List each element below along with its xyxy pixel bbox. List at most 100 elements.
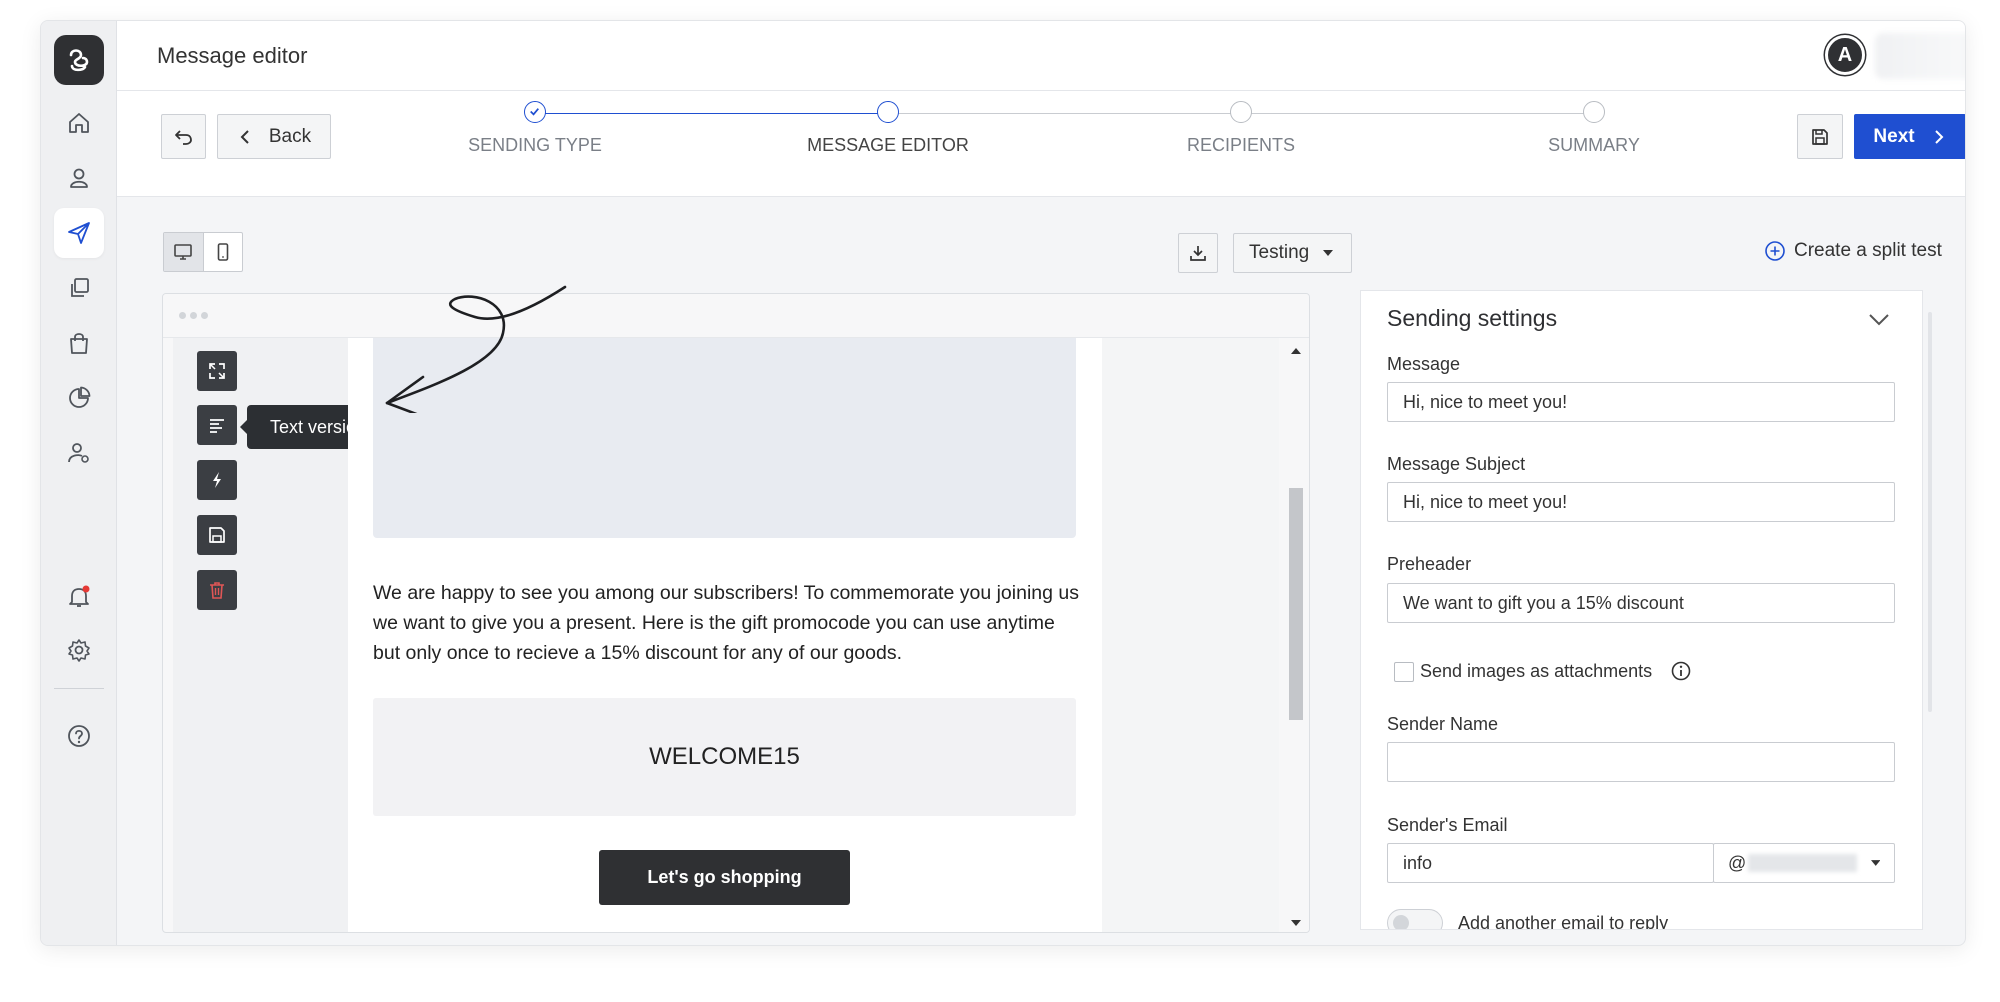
promo-code: WELCOME15 — [649, 743, 800, 770]
sidebar-item-contacts[interactable] — [54, 153, 104, 203]
mobile-view-button[interactable] — [204, 233, 243, 271]
sidebar-item-templates[interactable] — [54, 263, 104, 313]
sidebar-item-ecommerce[interactable] — [54, 318, 104, 368]
back-button[interactable]: Back — [217, 114, 331, 159]
download-button[interactable] — [1178, 233, 1218, 273]
sender-email-input[interactable]: info — [1387, 843, 1714, 883]
dots-icon — [179, 312, 208, 319]
step-bar: Back SENDING TYPE MESSAGE EDITOR RECIPIE… — [117, 91, 1965, 197]
account-name-blurred[interactable] — [1875, 33, 1965, 79]
save-icon — [1812, 128, 1828, 145]
avatar[interactable]: A — [1825, 35, 1865, 75]
reply-email-label: Add another email to reply — [1458, 913, 1669, 930]
scroll-down-icon[interactable] — [1291, 920, 1301, 926]
step-label-recipients[interactable]: RECIPIENTS — [1187, 135, 1295, 156]
next-button[interactable]: Next — [1854, 114, 1965, 159]
message-subject-input[interactable]: Hi, nice to meet you! — [1387, 482, 1895, 522]
text-version-icon — [210, 419, 224, 433]
message-input[interactable]: Hi, nice to meet you! — [1387, 382, 1895, 422]
chevron-down-icon[interactable] — [1868, 313, 1890, 327]
download-icon — [1190, 246, 1206, 261]
step-dot-recipients[interactable] — [1230, 101, 1252, 123]
info-icon[interactable] — [1670, 660, 1692, 682]
preheader-input[interactable]: We want to gift you a 15% discount — [1387, 583, 1895, 623]
sender-name-input[interactable] — [1387, 742, 1895, 782]
mobile-icon — [217, 243, 229, 261]
reply-email-toggle[interactable] — [1387, 909, 1443, 929]
editor-scrollbar[interactable] — [1283, 338, 1309, 932]
sidebar — [41, 21, 117, 945]
email-body-text[interactable]: We are happy to see you among our subscr… — [373, 578, 1083, 668]
sending-settings-panel: Sending settings Message Hi, nice to mee… — [1360, 290, 1923, 930]
sidebar-item-notifications[interactable] — [54, 572, 104, 622]
user-icon — [70, 168, 88, 188]
send-icon — [68, 222, 90, 244]
user-gear-icon — [68, 443, 89, 463]
domain-prefix: @ — [1728, 852, 1747, 873]
gear-icon — [68, 639, 90, 662]
step-dot-sending-type[interactable] — [524, 101, 546, 123]
page-title: Message editor — [157, 43, 308, 68]
step-label-summary[interactable]: SUMMARY — [1548, 135, 1640, 156]
editor-scrollbar-thumb[interactable] — [1289, 488, 1303, 720]
home-icon — [69, 113, 89, 133]
expand-icon — [209, 363, 225, 379]
caret-down-icon — [1870, 860, 1880, 866]
sender-domain-select[interactable]: @ — [1713, 843, 1895, 883]
step-connector-done — [535, 113, 888, 114]
sender-name-label: Sender Name — [1387, 714, 1499, 734]
create-split-test-link[interactable]: Create a split test — [1764, 240, 1942, 262]
back-label: Back — [268, 125, 312, 147]
save-icon — [209, 527, 225, 543]
cta-button[interactable]: Let's go shopping — [599, 850, 850, 905]
create-split-test-label: Create a split test — [1794, 240, 1942, 261]
copy-icon — [71, 278, 89, 297]
flash-tool[interactable] — [197, 460, 237, 500]
desktop-view-button[interactable] — [164, 233, 204, 271]
chevron-left-icon — [240, 129, 249, 144]
logo-icon — [69, 49, 89, 72]
editor-tool-panel: Text version — [173, 338, 389, 932]
settings-scrollbar[interactable] — [1928, 312, 1932, 712]
fullscreen-tool[interactable] — [197, 351, 237, 391]
annotation-arrow-icon — [385, 285, 567, 413]
preheader-label: Preheader — [1387, 554, 1472, 574]
help-icon — [68, 725, 90, 747]
scroll-up-icon[interactable] — [1291, 348, 1301, 354]
pie-chart-icon — [69, 386, 91, 408]
email-editor: Text version We are happy to see you amo… — [162, 293, 1310, 933]
step-dot-summary[interactable] — [1583, 101, 1605, 123]
view-mode-toggle — [163, 232, 243, 272]
sidebar-item-campaigns[interactable] — [54, 208, 104, 258]
undo-icon — [174, 129, 192, 145]
save-draft-button[interactable] — [1797, 114, 1843, 159]
step-dot-message-editor[interactable] — [877, 101, 899, 123]
editor-canvas-margin — [1102, 338, 1279, 932]
send-images-checkbox[interactable] — [1394, 662, 1414, 682]
message-label: Message — [1387, 354, 1461, 374]
sidebar-item-settings[interactable] — [54, 625, 104, 675]
undo-button[interactable] — [161, 114, 206, 159]
promo-code-block[interactable]: WELCOME15 — [373, 698, 1076, 816]
message-subject-label: Message Subject — [1387, 454, 1526, 474]
testing-dropdown[interactable]: Testing — [1233, 233, 1352, 273]
text-version-tool[interactable] — [197, 405, 237, 445]
desktop-icon — [174, 244, 193, 260]
app-logo[interactable] — [54, 35, 104, 85]
caret-down-icon — [1323, 250, 1334, 256]
send-images-label[interactable]: Send images as attachments — [1420, 661, 1652, 682]
sidebar-item-home[interactable] — [54, 98, 104, 148]
bell-icon — [69, 585, 90, 607]
step-label-message-editor[interactable]: MESSAGE EDITOR — [807, 135, 969, 156]
plus-circle-icon — [1765, 241, 1785, 261]
email-canvas: We are happy to see you among our subscr… — [348, 338, 1102, 932]
sidebar-item-analytics[interactable] — [54, 373, 104, 423]
sidebar-item-user-settings[interactable] — [54, 428, 104, 478]
sending-settings-title: Sending settings — [1387, 305, 1558, 331]
step-label-sending-type[interactable]: SENDING TYPE — [468, 135, 602, 156]
sidebar-item-help[interactable] — [54, 711, 104, 761]
check-icon — [530, 108, 539, 116]
delete-tool[interactable] — [197, 570, 237, 610]
top-bar: Message editor A — [117, 21, 1965, 91]
save-template-tool[interactable] — [197, 515, 237, 555]
